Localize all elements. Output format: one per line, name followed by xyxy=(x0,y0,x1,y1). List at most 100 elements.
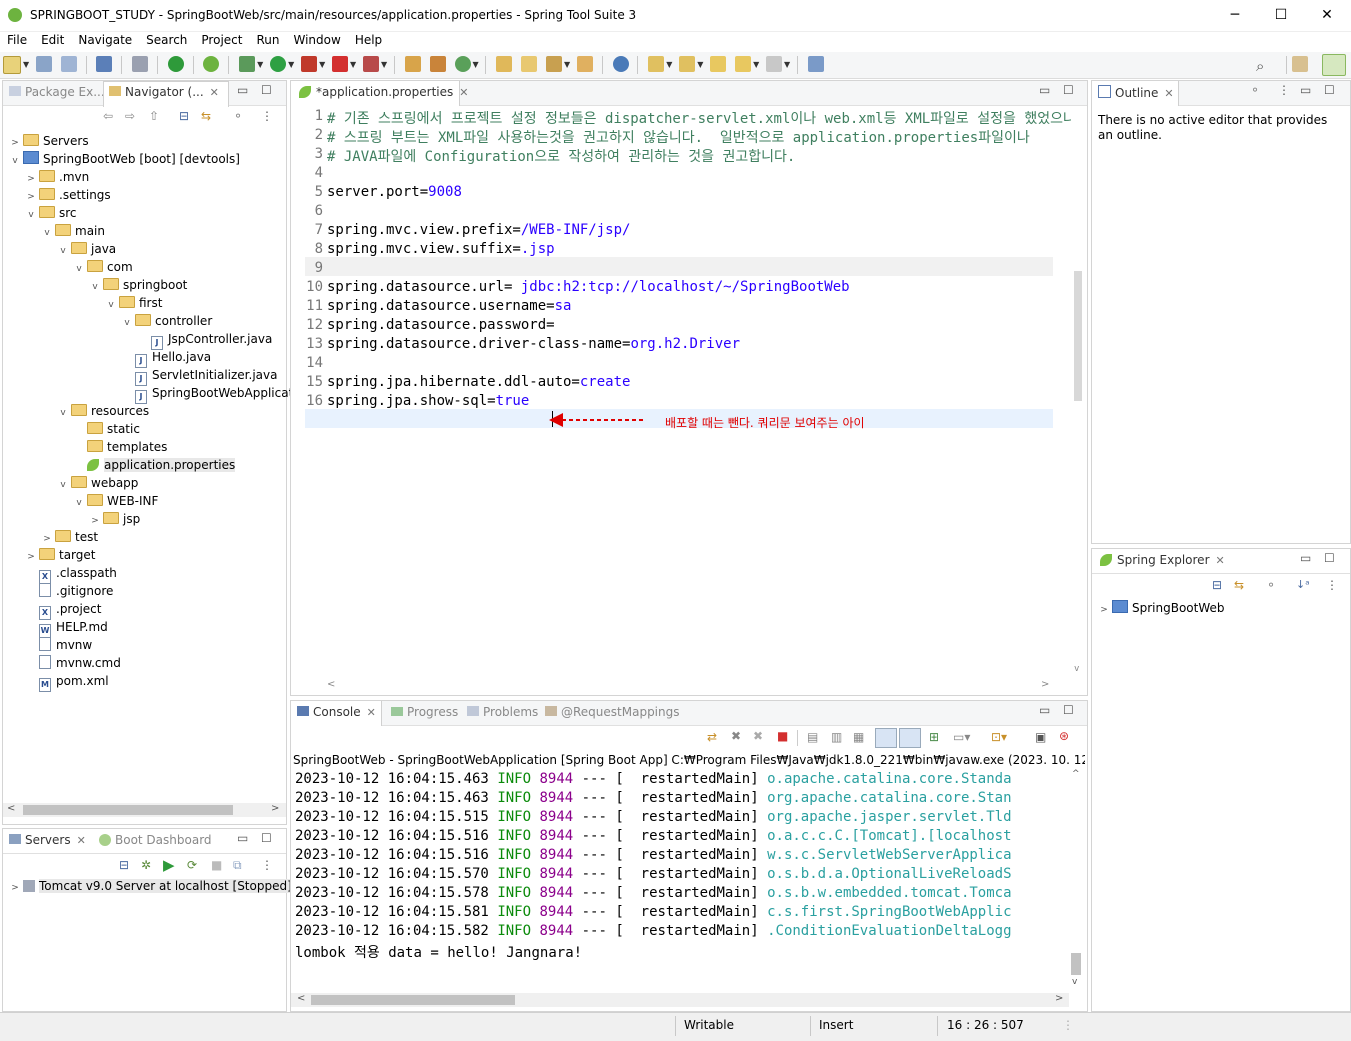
open-resource-icon[interactable] xyxy=(576,56,593,72)
tree-item[interactable]: X .classpath xyxy=(25,564,117,584)
tree-item[interactable]: v WEB-INF xyxy=(73,492,158,510)
debug-server-icon[interactable]: ✲ xyxy=(141,858,151,872)
external-tools-icon[interactable] xyxy=(363,56,380,72)
expanded-chevron-icon[interactable]: v xyxy=(57,242,69,260)
search-icon[interactable]: ⌕ xyxy=(1256,57,1264,75)
stop-server-icon[interactable]: ■ xyxy=(211,858,222,872)
app-icon[interactable]: ⊛ xyxy=(1059,729,1069,743)
expanded-chevron-icon[interactable]: v xyxy=(73,494,85,512)
tree-item[interactable]: > jsp xyxy=(89,510,140,528)
console-output[interactable]: 2023-10-12 16:04:15.463 INFO 8944 --- [ … xyxy=(291,769,1069,991)
filter-icon[interactable]: ⚬ xyxy=(233,109,243,123)
close-icon[interactable]: ✕ xyxy=(1164,87,1173,100)
tab-package-explorer[interactable]: Package Ex... xyxy=(9,85,105,99)
back-nav-icon[interactable]: ⇦ xyxy=(103,109,113,123)
menu-search[interactable]: Search xyxy=(139,31,194,47)
tree-item[interactable]: application.properties xyxy=(73,456,236,474)
menu-run[interactable]: Run xyxy=(249,31,286,47)
skip-breakpoints-icon[interactable] xyxy=(132,56,149,72)
open-console-icon[interactable]: ⊡▾ xyxy=(991,730,1007,744)
view-menu-icon[interactable]: ⋮ xyxy=(261,109,273,123)
collapse-all-icon[interactable]: ⊟ xyxy=(1212,578,1222,592)
new-icon[interactable] xyxy=(3,56,21,74)
tree-item[interactable]: v springboot xyxy=(89,276,187,294)
view-menu-icon[interactable]: ⋮ xyxy=(1326,578,1338,592)
view-menu-icon[interactable]: ⋮ xyxy=(261,858,273,872)
tree-item[interactable]: mvnw.cmd xyxy=(25,654,121,672)
publish-icon[interactable]: ⧉ xyxy=(233,858,242,873)
tree-item[interactable]: v main xyxy=(41,222,105,240)
coverage-icon[interactable] xyxy=(301,56,318,72)
new-package-icon[interactable] xyxy=(429,56,446,72)
start-server-icon[interactable] xyxy=(167,56,184,72)
tab-problems[interactable]: Problems xyxy=(467,705,538,719)
run-icon[interactable] xyxy=(270,56,287,72)
tree-item[interactable]: Mpom.xml xyxy=(25,672,109,692)
tree-item[interactable]: v resources xyxy=(57,402,149,420)
tree-item[interactable]: > Servers xyxy=(9,132,89,150)
open-type-icon[interactable] xyxy=(496,56,513,72)
close-icon[interactable]: ✕ xyxy=(459,86,468,99)
tree-item[interactable]: v com xyxy=(73,258,133,276)
editor-tab-application-properties[interactable]: *application.properties ✕ xyxy=(297,85,468,99)
console-vertical-scrollbar[interactable]: ^ v xyxy=(1069,769,1083,991)
terminate-icon[interactable]: ■ xyxy=(777,729,788,743)
back-icon[interactable] xyxy=(735,56,752,72)
close-button[interactable]: ✕ xyxy=(1304,0,1350,31)
tree-item[interactable]: v src xyxy=(25,204,77,222)
tab-servers[interactable]: Servers ✕ xyxy=(9,833,86,847)
expanded-chevron-icon[interactable]: v xyxy=(41,224,53,242)
open-perspective-icon[interactable] xyxy=(1292,56,1308,72)
link-editor-icon[interactable]: ⇆ xyxy=(201,109,211,123)
tab-navigator[interactable]: Navigator (... ✕ xyxy=(109,85,219,99)
expanded-chevron-icon[interactable]: v xyxy=(121,314,133,332)
spring-boot-icon[interactable] xyxy=(203,56,220,72)
expanded-chevron-icon[interactable]: v xyxy=(57,476,69,494)
close-icon[interactable]: ✕ xyxy=(210,86,219,99)
expanded-chevron-icon[interactable]: v xyxy=(9,152,21,170)
tab-spring-explorer[interactable]: Spring Explorer ✕ xyxy=(1098,553,1225,567)
tree-item[interactable]: v controller xyxy=(121,312,212,330)
console-settings-icon[interactable]: ▣ xyxy=(1035,730,1046,744)
minimize-icon[interactable]: ▭ xyxy=(237,831,248,845)
tree-item[interactable]: v first xyxy=(105,294,162,312)
expanded-chevron-icon[interactable]: v xyxy=(73,260,85,278)
maximize-icon[interactable]: ☐ xyxy=(1324,551,1335,565)
tree-item[interactable]: J Hello.java xyxy=(121,348,211,368)
menu-navigate[interactable]: Navigate xyxy=(71,31,139,47)
spring-perspective-icon[interactable] xyxy=(1322,54,1346,76)
tree-item[interactable]: v SpringBootWeb [boot] [devtools] xyxy=(9,150,240,168)
stop-icon[interactable] xyxy=(332,56,349,72)
maximize-icon[interactable]: ☐ xyxy=(261,83,272,97)
tree-item[interactable]: templates xyxy=(73,438,167,456)
tab-console[interactable]: Console ✕ xyxy=(297,705,376,719)
tab-progress[interactable]: Progress xyxy=(391,705,458,719)
previous-annotation-icon[interactable] xyxy=(679,56,696,72)
save-icon[interactable] xyxy=(35,56,52,72)
minimize-icon[interactable]: ▭ xyxy=(237,83,248,97)
maximize-icon[interactable]: ☐ xyxy=(1063,703,1074,717)
close-icon[interactable]: ✕ xyxy=(77,834,86,847)
expanded-chevron-icon[interactable]: v xyxy=(57,404,69,422)
clear-console-icon[interactable]: ▤ xyxy=(807,730,818,744)
save-all-icon[interactable] xyxy=(60,56,77,72)
next-annotation-icon[interactable] xyxy=(648,56,665,72)
collapse-all-icon[interactable]: ⊟ xyxy=(179,109,189,123)
minimize-icon[interactable]: ▭ xyxy=(1039,703,1050,717)
code-editor[interactable]: 1 # 기존 스프링에서 프로젝트 설정 정보들은 dispatcher-serv… xyxy=(291,106,1087,678)
maximize-icon[interactable]: ☐ xyxy=(1324,83,1335,97)
tree-item[interactable]: .gitignore xyxy=(25,582,113,600)
tree-item[interactable]: > .settings xyxy=(25,186,111,204)
sort-az-icon[interactable]: ↓ᵃ xyxy=(1296,578,1310,591)
server-item-tomcat[interactable]: > Tomcat v9.0 Server at localhost [Stoppe… xyxy=(9,877,292,895)
filter-icon[interactable]: ⚬ xyxy=(1250,83,1260,97)
spring-explorer-item[interactable]: > SpringBootWeb xyxy=(1098,599,1225,617)
remove-launch-icon[interactable]: ✖ xyxy=(731,729,741,743)
expanded-chevron-icon[interactable]: v xyxy=(89,278,101,296)
tree-item[interactable]: J ServletInitializer.java xyxy=(121,366,277,386)
show-stderr-icon[interactable] xyxy=(899,728,921,748)
tree-item[interactable]: W HELP.md xyxy=(25,618,108,638)
link-editor-icon[interactable]: ⇆ xyxy=(1234,578,1244,592)
tree-item[interactable]: mvnw xyxy=(25,636,92,654)
tree-item[interactable]: > target xyxy=(25,546,96,564)
